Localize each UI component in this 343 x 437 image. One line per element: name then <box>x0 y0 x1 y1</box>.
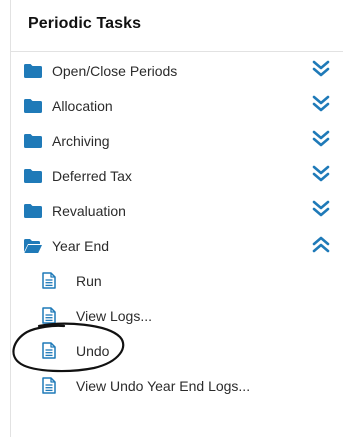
chevron-double-down-icon[interactable] <box>312 199 330 219</box>
tree-item-view-undo-year-end-logs[interactable]: View Undo Year End Logs... <box>11 368 343 403</box>
panel-header: Periodic Tasks <box>11 0 343 52</box>
panel-title: Periodic Tasks <box>28 15 142 32</box>
document-icon <box>42 342 56 359</box>
tree-folder-label: Revaluation <box>52 203 126 219</box>
tree-folder-allocation[interactable]: Allocation <box>11 88 343 123</box>
chevron-double-down-icon[interactable] <box>312 129 330 149</box>
tree-folder-year-end[interactable]: Year End <box>11 228 343 263</box>
tree-folder-label: Archiving <box>52 133 110 149</box>
tree-folder-label: Deferred Tax <box>52 168 132 184</box>
document-icon <box>42 307 56 324</box>
tree-folder-deferred-tax[interactable]: Deferred Tax <box>11 158 343 193</box>
document-icon <box>42 377 56 394</box>
tree-item-view-logs[interactable]: View Logs... <box>11 298 343 333</box>
tree-folder-label: Open/Close Periods <box>52 63 178 79</box>
folder-icon <box>24 134 42 148</box>
chevron-double-down-icon[interactable] <box>312 164 330 184</box>
tree-folder-label: Allocation <box>52 98 113 114</box>
chevron-double-down-icon[interactable] <box>312 94 330 114</box>
tree-item-label: View Logs... <box>76 308 153 324</box>
folder-icon <box>24 64 42 78</box>
tree-folder-label: Year End <box>52 238 110 254</box>
task-tree: Open/Close Periods Allocation Archiving <box>11 53 343 403</box>
tree-folder-revaluation[interactable]: Revaluation <box>11 193 343 228</box>
tree-folder-archiving[interactable]: Archiving <box>11 123 343 158</box>
tree-item-label: View Undo Year End Logs... <box>76 378 251 394</box>
tree-item-label: Run <box>76 273 102 289</box>
periodic-tasks-panel: Periodic Tasks Open/Close Periods Alloca… <box>10 0 343 437</box>
folder-icon <box>24 169 42 183</box>
chevron-double-up-icon[interactable] <box>312 234 330 254</box>
folder-icon <box>24 99 42 113</box>
tree-folder-open-close-periods[interactable]: Open/Close Periods <box>11 53 343 88</box>
folder-icon <box>24 204 42 218</box>
chevron-double-down-icon[interactable] <box>312 59 330 79</box>
tree-item-undo[interactable]: Undo <box>11 333 343 368</box>
tree-item-label: Undo <box>76 343 110 359</box>
document-icon <box>42 272 56 289</box>
folder-open-icon <box>24 239 42 253</box>
tree-item-run[interactable]: Run <box>11 263 343 298</box>
